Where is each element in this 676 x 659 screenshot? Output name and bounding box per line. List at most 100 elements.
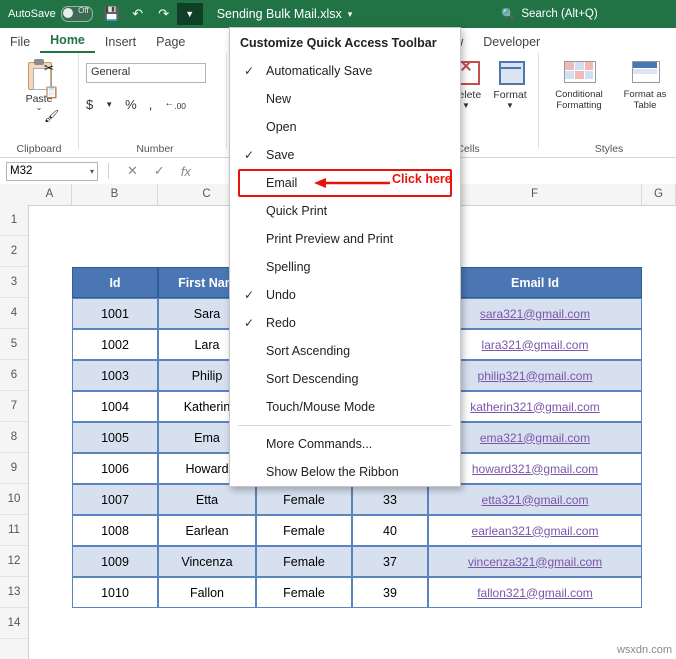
table-row[interactable]: 1004 (72, 391, 158, 422)
format-caret-icon[interactable]: ▼ (488, 101, 532, 110)
table-row[interactable]: 1005 (72, 422, 158, 453)
row-header-13[interactable]: 13 (0, 577, 28, 608)
email-link[interactable]: philip321@gmail.com (478, 369, 593, 383)
number-format-select[interactable]: General (86, 63, 206, 83)
percent-format-icon[interactable]: % (125, 97, 137, 112)
tab-file[interactable]: File (0, 32, 40, 53)
table-row[interactable]: fallon321@gmail.com (428, 577, 642, 608)
email-link[interactable]: earlean321@gmail.com (472, 524, 599, 538)
email-link[interactable]: etta321@gmail.com (482, 493, 589, 507)
autosave-control[interactable]: AutoSave Off (8, 6, 93, 22)
row-header-1[interactable]: 1 (0, 205, 28, 236)
row-header-5[interactable]: 5 (0, 329, 28, 360)
table-row[interactable]: 1007 (72, 484, 158, 515)
email-link[interactable]: fallon321@gmail.com (477, 586, 593, 600)
format-as-table-button[interactable]: Format as Table (616, 59, 674, 111)
table-row[interactable]: 1003 (72, 360, 158, 391)
menu-item-redo[interactable]: ✓ Redo (230, 309, 460, 337)
table-row[interactable]: 33 (352, 484, 428, 515)
tab-developer[interactable]: Developer (473, 32, 550, 53)
menu-item-save[interactable]: ✓ Save (230, 141, 460, 169)
table-row[interactable]: 1002 (72, 329, 158, 360)
insert-function-icon[interactable]: fx (181, 164, 191, 179)
currency-format-icon[interactable]: $ (86, 97, 93, 112)
email-link[interactable]: katherin321@gmail.com (470, 400, 600, 414)
table-row[interactable]: 37 (352, 546, 428, 577)
row-header-8[interactable]: 8 (0, 422, 28, 453)
menu-item-more-commands[interactable]: More Commands... (230, 430, 460, 458)
tab-home[interactable]: Home (40, 30, 95, 53)
table-row[interactable]: Vincenza (158, 546, 256, 577)
email-link[interactable]: ema321@gmail.com (480, 431, 590, 445)
table-row[interactable]: Female (256, 577, 352, 608)
comma-format-icon[interactable]: , (149, 97, 153, 112)
table-row[interactable]: Fallon (158, 577, 256, 608)
column-header-g[interactable]: G (642, 184, 676, 205)
table-row[interactable]: Female (256, 484, 352, 515)
format-painter-icon[interactable]: 🖌 (44, 109, 59, 123)
format-cells-button[interactable]: Format ▼ (488, 59, 532, 110)
undo-icon[interactable]: ↶ (125, 3, 151, 25)
table-row[interactable]: 40 (352, 515, 428, 546)
table-row[interactable]: vincenza321@gmail.com (428, 546, 642, 577)
save-icon[interactable]: 💾 (99, 3, 125, 25)
email-link[interactable]: vincenza321@gmail.com (468, 555, 602, 569)
conditional-formatting-button[interactable]: Conditional Formatting (548, 59, 610, 111)
column-header-b[interactable]: B (72, 184, 158, 205)
table-row[interactable]: etta321@gmail.com (428, 484, 642, 515)
menu-item-quick-print[interactable]: Quick Print (230, 197, 460, 225)
table-row[interactable]: 1001 (72, 298, 158, 329)
menu-item-spelling[interactable]: Spelling (230, 253, 460, 281)
menu-item-new[interactable]: New (230, 85, 460, 113)
table-row[interactable]: Etta (158, 484, 256, 515)
table-row[interactable]: 1009 (72, 546, 158, 577)
email-link[interactable]: sara321@gmail.com (480, 307, 590, 321)
email-link[interactable]: lara321@gmail.com (482, 338, 589, 352)
email-link[interactable]: howard321@gmail.com (472, 462, 598, 476)
menu-item-show-below-the-ribbon[interactable]: Show Below the Ribbon (230, 458, 460, 486)
row-header-11[interactable]: 11 (0, 515, 28, 546)
tab-page-layout[interactable]: Page (146, 32, 195, 53)
menu-item-sort-ascending[interactable]: Sort Ascending (230, 337, 460, 365)
customize-quick-access-toolbar-icon[interactable]: ▼ (176, 3, 203, 25)
cut-icon[interactable]: ✂ (44, 61, 54, 75)
row-header-3[interactable]: 3 (0, 267, 28, 298)
table-row[interactable]: Female (256, 546, 352, 577)
table-row[interactable]: 39 (352, 577, 428, 608)
paste-caret-icon[interactable]: ⌄ (0, 103, 78, 112)
redo-icon[interactable]: ↷ (151, 3, 177, 25)
menu-item-automatically-save[interactable]: ✓ Automatically Save (230, 57, 460, 85)
copy-icon[interactable]: 📋 (44, 85, 59, 99)
autosave-toggle[interactable]: Off (60, 6, 93, 22)
customize-quick-access-toolbar-menu[interactable]: Customize Quick Access Toolbar ✓ Automati… (229, 27, 461, 487)
table-row[interactable]: 1010 (72, 577, 158, 608)
cancel-icon[interactable]: ✕ (127, 163, 138, 179)
row-header-7[interactable]: 7 (0, 391, 28, 422)
table-row[interactable]: earlean321@gmail.com (428, 515, 642, 546)
row-header-6[interactable]: 6 (0, 360, 28, 391)
name-box-caret-icon[interactable]: ▾ (90, 167, 94, 176)
row-header-4[interactable]: 4 (0, 298, 28, 329)
decimal-places-icon[interactable]: ←.00 (164, 98, 186, 111)
row-header-9[interactable]: 9 (0, 453, 28, 484)
currency-caret-icon[interactable]: ▼ (105, 100, 113, 109)
confirm-icon[interactable]: ✓ (154, 163, 165, 179)
menu-item-print-preview-and-print[interactable]: Print Preview and Print (230, 225, 460, 253)
name-box[interactable]: M32 ▾ (6, 161, 98, 181)
menu-item-undo[interactable]: ✓ Undo (230, 281, 460, 309)
search-box[interactable]: 🔍 Search (Alt+Q) (491, 4, 676, 24)
table-row[interactable]: Female (256, 515, 352, 546)
table-row[interactable]: Earlean (158, 515, 256, 546)
tab-insert[interactable]: Insert (95, 32, 146, 53)
column-header-a[interactable]: A (28, 184, 72, 205)
table-row[interactable]: 1006 (72, 453, 158, 484)
document-title-caret-icon[interactable]: ▾ (348, 9, 353, 20)
table-row[interactable]: 1008 (72, 515, 158, 546)
row-header-14[interactable]: 14 (0, 608, 28, 639)
row-header-12[interactable]: 12 (0, 546, 28, 577)
menu-item-touch-mouse-mode[interactable]: Touch/Mouse Mode (230, 393, 460, 421)
menu-item-open[interactable]: Open (230, 113, 460, 141)
row-header-10[interactable]: 10 (0, 484, 28, 515)
row-header-2[interactable]: 2 (0, 236, 28, 267)
menu-item-sort-descending[interactable]: Sort Descending (230, 365, 460, 393)
